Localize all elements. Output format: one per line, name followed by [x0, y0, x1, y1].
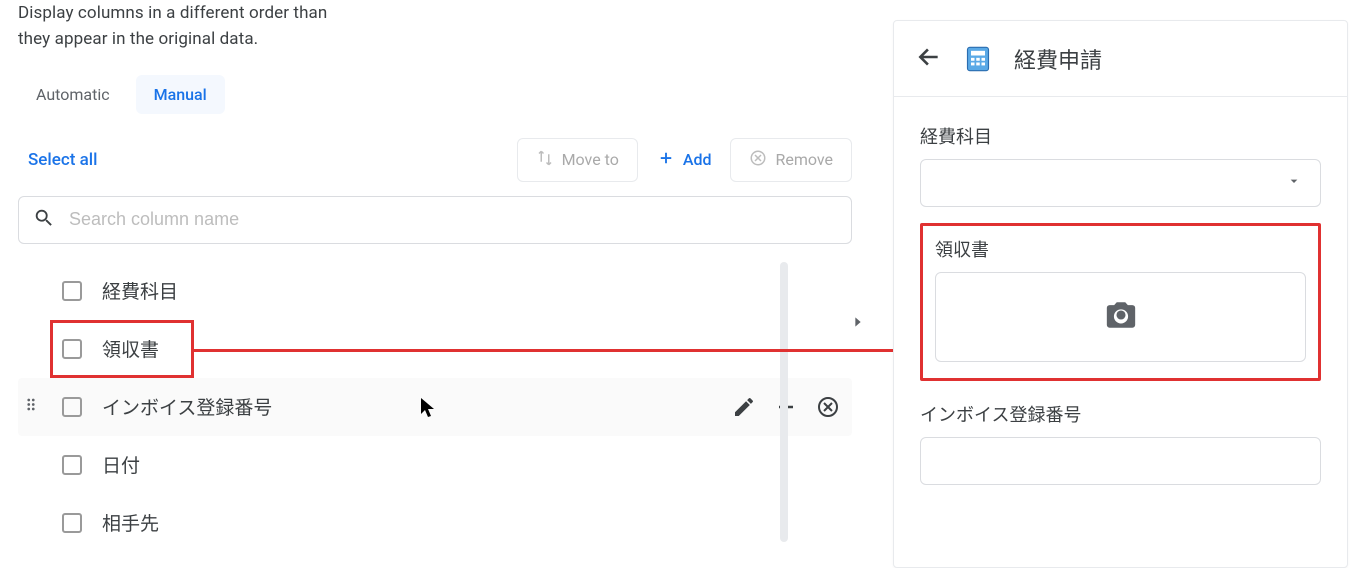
- list-scrollbar[interactable]: [780, 262, 788, 542]
- preview-title: 経費申請: [1014, 43, 1102, 75]
- column-row[interactable]: 日付: [18, 436, 852, 494]
- checkbox[interactable]: [62, 455, 82, 475]
- back-arrow-icon[interactable]: [916, 44, 942, 74]
- column-row[interactable]: 相手先: [18, 494, 852, 552]
- field-label: 経費科目: [920, 123, 1321, 149]
- field-receipt-highlight: 領収書: [920, 223, 1321, 381]
- panel-description: Display columns in a different order tha…: [18, 0, 348, 53]
- column-label: インボイス登録番号: [102, 393, 732, 420]
- move-to-button: Move to: [517, 138, 638, 182]
- dropdown-icon: [1286, 173, 1302, 193]
- column-row[interactable]: インボイス登録番号: [18, 378, 852, 436]
- drag-handle-icon[interactable]: [22, 395, 40, 418]
- column-row[interactable]: 領収書: [18, 320, 852, 378]
- field-invoice: インボイス登録番号: [920, 401, 1321, 485]
- checkbox[interactable]: [62, 339, 82, 359]
- checkbox[interactable]: [62, 281, 82, 301]
- tab-manual[interactable]: Manual: [136, 75, 225, 114]
- column-label: 相手先: [102, 509, 852, 536]
- order-mode-tabs: Automatic Manual: [18, 75, 852, 114]
- select-all-button[interactable]: Select all: [18, 144, 107, 176]
- add-button[interactable]: Add: [638, 138, 731, 182]
- column-order-panel: Display columns in a different order tha…: [0, 0, 870, 568]
- camera-icon: [1104, 298, 1138, 336]
- column-label: 日付: [102, 451, 852, 478]
- preview-header: 経費申請: [894, 21, 1347, 97]
- plus-icon: [657, 149, 675, 171]
- preview-body: 経費科目 領収書 インボイス登録番号: [894, 97, 1347, 485]
- checkbox[interactable]: [62, 397, 82, 417]
- field-label: インボイス登録番号: [920, 401, 1321, 427]
- field-account: 経費科目: [920, 123, 1321, 207]
- delete-row-icon[interactable]: [816, 395, 840, 419]
- form-preview-panel: 経費申請 経費科目 領収書 インボイス登録番号: [893, 20, 1348, 568]
- edit-icon[interactable]: [732, 395, 756, 419]
- receipt-image-input[interactable]: [935, 272, 1306, 362]
- remove-icon: [749, 149, 767, 171]
- field-label: 領収書: [935, 236, 1306, 262]
- swap-icon: [536, 149, 554, 171]
- checkbox[interactable]: [62, 513, 82, 533]
- search-input[interactable]: [69, 209, 837, 230]
- invoice-number-input[interactable]: [920, 437, 1321, 485]
- action-bar: Select all Move to Add Remove: [18, 138, 852, 182]
- expand-preview-icon[interactable]: [848, 312, 868, 332]
- column-row[interactable]: 経費科目: [18, 262, 852, 320]
- app-icon: [964, 45, 992, 73]
- remove-button: Remove: [730, 138, 852, 182]
- tab-automatic[interactable]: Automatic: [18, 75, 128, 114]
- column-label: 経費科目: [102, 277, 852, 304]
- column-label: 領収書: [102, 335, 852, 362]
- search-icon: [33, 207, 69, 233]
- search-field[interactable]: [18, 196, 852, 244]
- column-list: 経費科目 領収書 インボイス登録番号 日付 相手先: [18, 262, 852, 552]
- account-select[interactable]: [920, 159, 1321, 207]
